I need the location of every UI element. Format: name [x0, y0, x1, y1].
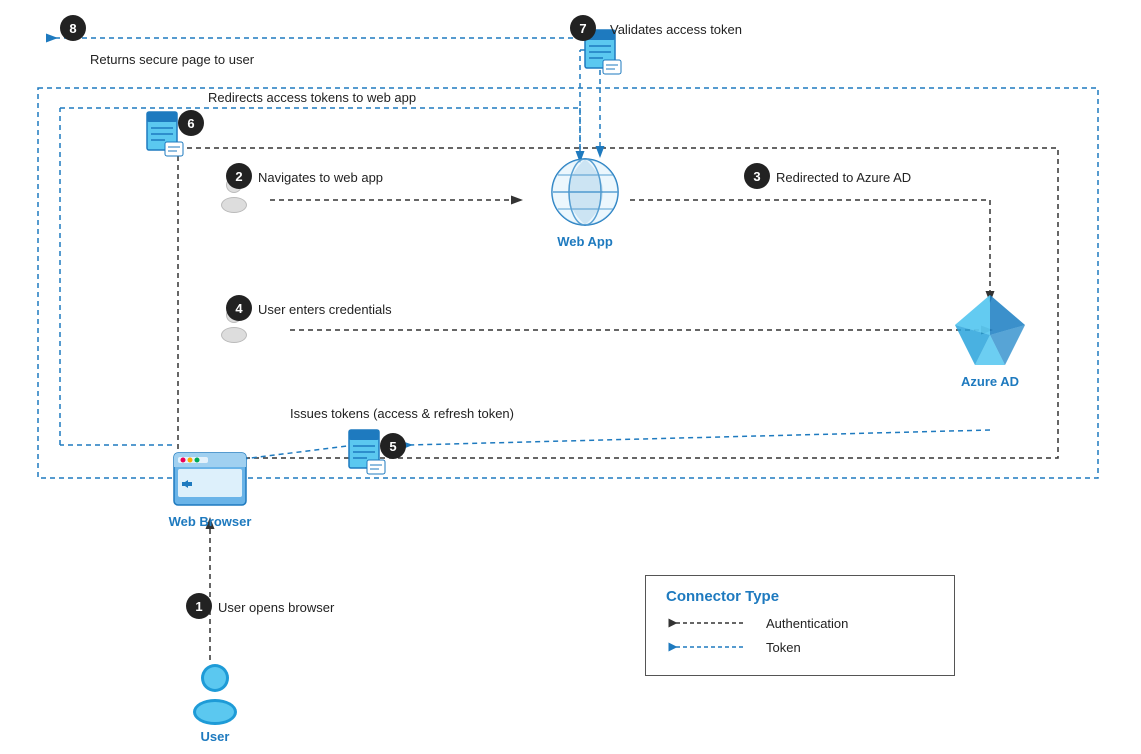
legend-title: Connector Type — [666, 588, 934, 605]
user-label: User — [201, 729, 230, 744]
azure-ad-icon — [950, 290, 1030, 370]
web-app-label: Web App — [557, 234, 613, 249]
legend-authentication-item: Authentication — [666, 615, 934, 631]
web-browser-node: Web Browser — [155, 445, 265, 529]
azure-ad-label: Azure AD — [961, 374, 1019, 389]
step-8-label: Returns secure page to user — [90, 52, 254, 67]
legend-token-label: Token — [766, 640, 801, 655]
web-app-icon — [548, 155, 623, 230]
web-browser-icon — [170, 445, 250, 510]
azure-ad-node: Azure AD — [940, 290, 1040, 389]
web-app-node: Web App — [535, 155, 635, 249]
step-4-label: User enters credentials — [258, 302, 392, 317]
step-5-label: Issues tokens (access & refresh token) — [290, 406, 570, 421]
step-3-badge: 3 — [744, 163, 770, 189]
step-6-badge: 6 — [178, 110, 204, 136]
user-icon — [185, 660, 245, 725]
step-2-badge: 2 — [226, 163, 252, 189]
step-4-badge: 4 — [226, 295, 252, 321]
legend-box: Connector Type Authentication — [645, 575, 955, 676]
legend-auth-label: Authentication — [766, 616, 848, 631]
web-browser-label: Web Browser — [169, 514, 252, 529]
step-8-badge: 8 — [60, 15, 86, 41]
step-2-label: Navigates to web app — [258, 170, 383, 185]
legend-token-item: Token — [666, 639, 934, 655]
diagram-container: User Web Browser We — [0, 0, 1141, 754]
step-1-label: User opens browser — [218, 600, 334, 615]
step-6-label: Redirects access tokens to web app — [208, 90, 416, 105]
legend-auth-line-icon — [666, 615, 756, 631]
step-5-badge: 5 — [380, 433, 406, 459]
legend-token-line-icon — [666, 639, 756, 655]
step-1-badge: 1 — [186, 593, 212, 619]
user-node: User — [170, 660, 260, 744]
step-3-label: Redirected to Azure AD — [776, 170, 911, 185]
step-7-badge: 7 — [570, 15, 596, 41]
step-7-label: Validates access token — [610, 22, 742, 37]
